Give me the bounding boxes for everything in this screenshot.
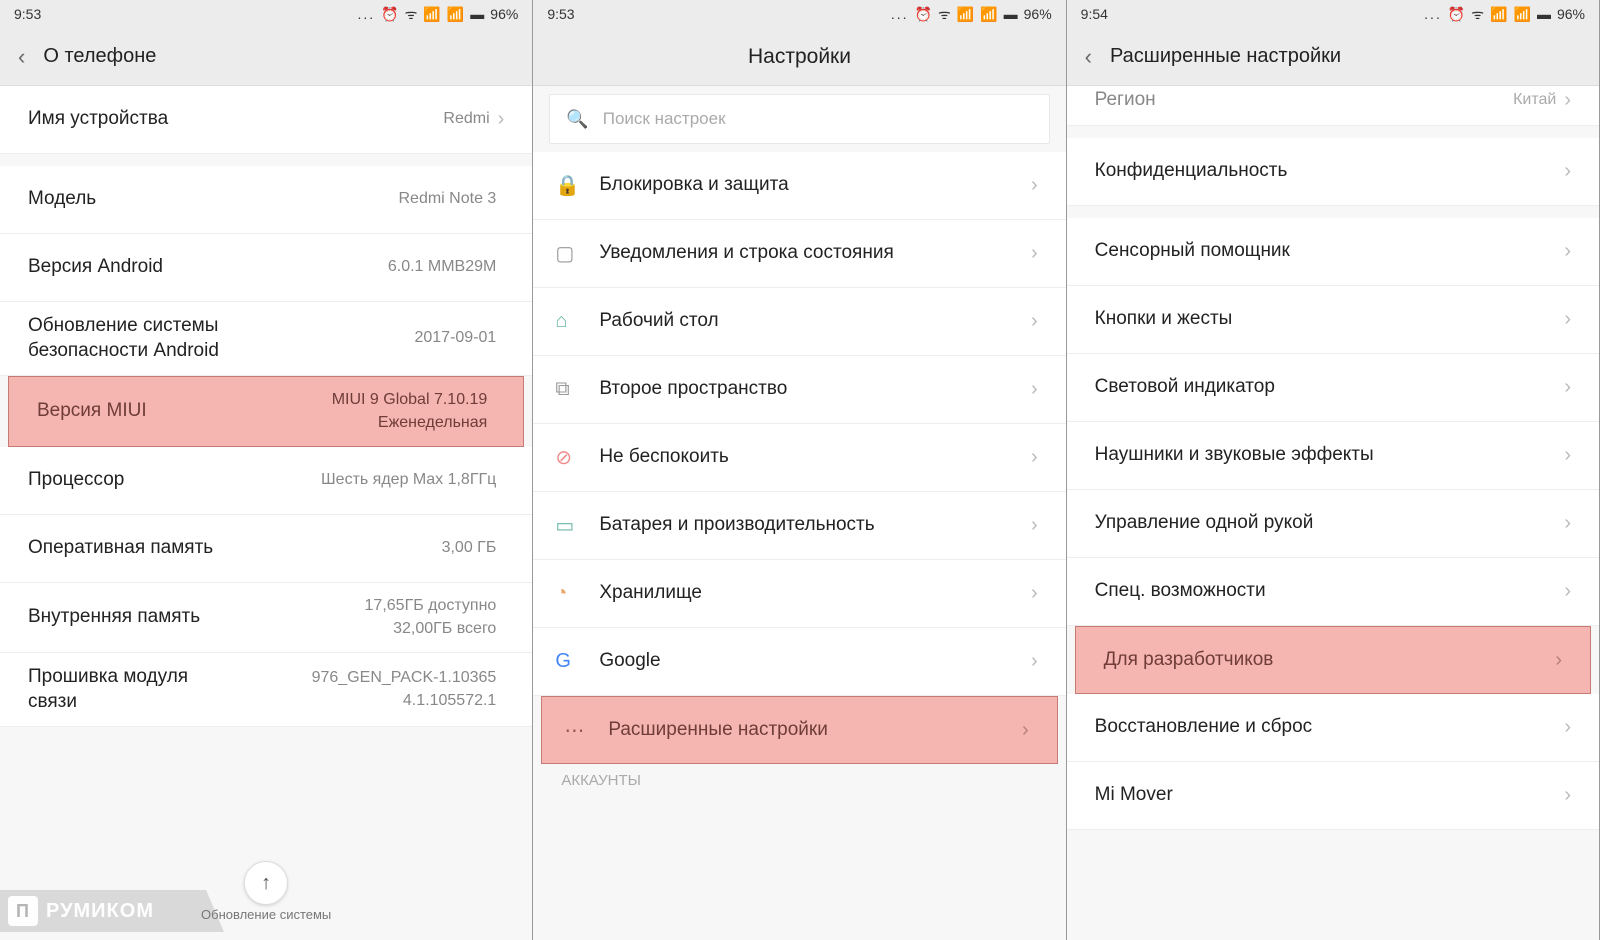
row-lock-security[interactable]: 🔒 Блокировка и защита › <box>533 152 1065 220</box>
chevron-right-icon: › <box>1564 308 1571 331</box>
google-icon: G <box>555 650 599 673</box>
row-led[interactable]: Световой индикатор › <box>1067 354 1599 422</box>
chevron-right-icon: › <box>1564 784 1571 807</box>
row-one-hand[interactable]: Управление одной рукой › <box>1067 490 1599 558</box>
row-ram[interactable]: Оперативная память 3,00 ГБ <box>0 515 532 583</box>
chevron-right-icon: › <box>1031 582 1038 605</box>
screen-settings: 9:53 ... ⏰ᯤ📶📶 ▬96% Настройки 🔍 Поиск нас… <box>533 0 1066 940</box>
chevron-right-icon: › <box>1022 719 1029 742</box>
row-notifications[interactable]: ▢ Уведомления и строка состояния › <box>533 220 1065 288</box>
row-mi-mover[interactable]: Mi Mover › <box>1067 762 1599 830</box>
header: ‹ Расширенные настройки <box>1067 28 1599 86</box>
dnd-icon: ⊘ <box>555 445 599 470</box>
row-touch-assistant[interactable]: Сенсорный помощник › <box>1067 218 1599 286</box>
row-baseband[interactable]: Прошивка модуля связи 976_GEN_PACK-1.103… <box>0 653 532 727</box>
chevron-right-icon: › <box>1031 378 1038 401</box>
screen-advanced-settings: 9:54 ... ⏰ᯤ📶📶 ▬96% ‹ Расширенные настрой… <box>1067 0 1600 940</box>
watermark: П РУМИКОМ <box>0 890 224 932</box>
search-icon: 🔍 <box>566 109 588 130</box>
screen-about-phone: 9:53 ... ⏰ᯤ📶📶 ▬96% ‹ О телефоне Имя устр… <box>0 0 533 940</box>
back-icon[interactable]: ‹ <box>1085 44 1092 70</box>
row-developer-options[interactable]: Для разработчиков › <box>1075 626 1591 694</box>
row-privacy[interactable]: Конфиденциальность › <box>1067 138 1599 206</box>
chevron-right-icon: › <box>1031 514 1038 537</box>
chevron-right-icon: › <box>1564 512 1571 535</box>
system-update-float[interactable]: ↑ Обновление системы <box>201 861 331 922</box>
chevron-right-icon: › <box>1031 650 1038 673</box>
chevron-right-icon: › <box>1031 446 1038 469</box>
chevron-right-icon: › <box>1031 242 1038 265</box>
page-title: Настройки <box>748 45 851 69</box>
rumikom-logo-icon: П <box>8 896 38 926</box>
section-accounts: АККАУНТЫ <box>533 764 1065 797</box>
second-space-icon: ⧉ <box>555 378 599 401</box>
row-internal-storage[interactable]: Внутренняя память 17,65ГБ доступно 32,00… <box>0 583 532 653</box>
storage-icon: ◔ <box>555 582 599 605</box>
row-accessibility[interactable]: Спец. возможности › <box>1067 558 1599 626</box>
row-storage[interactable]: ◔ Хранилище › <box>533 560 1065 628</box>
chevron-right-icon: › <box>1564 160 1571 183</box>
lock-icon: 🔒 <box>555 173 599 198</box>
more-icon: ⋯ <box>564 718 608 743</box>
row-device-name[interactable]: Имя устройства Redmi › <box>0 86 532 154</box>
chevron-right-icon: › <box>498 108 505 131</box>
row-miui-version[interactable]: Версия MIUI MIUI 9 Global 7.10.19 Еженед… <box>8 376 524 447</box>
header: ‹ О телефоне <box>0 28 532 86</box>
chevron-right-icon: › <box>1564 240 1571 263</box>
row-cpu[interactable]: Процессор Шесть ядер Max 1,8ГГц <box>0 447 532 515</box>
status-bar: 9:53 ... ⏰ᯤ📶📶 ▬96% <box>533 0 1065 28</box>
page-title: О телефоне <box>43 45 156 68</box>
chevron-right-icon: › <box>1564 444 1571 467</box>
row-headphones-audio[interactable]: Наушники и звуковые эффекты › <box>1067 422 1599 490</box>
row-second-space[interactable]: ⧉ Второе пространство › <box>533 356 1065 424</box>
row-home[interactable]: ⌂ Рабочий стол › <box>533 288 1065 356</box>
row-backup-reset[interactable]: Восстановление и сброс › <box>1067 694 1599 762</box>
status-icons: ... ⏰ᯤ📶📶 ▬96% <box>358 5 519 24</box>
notification-icon: ▢ <box>555 241 599 266</box>
back-icon[interactable]: ‹ <box>18 44 25 70</box>
header: Настройки <box>533 28 1065 86</box>
chevron-right-icon: › <box>1555 649 1562 672</box>
status-bar: 9:53 ... ⏰ᯤ📶📶 ▬96% <box>0 0 532 28</box>
row-google[interactable]: G Google › <box>533 628 1065 696</box>
search-input[interactable]: 🔍 Поиск настроек <box>549 94 1049 144</box>
page-title: Расширенные настройки <box>1110 45 1341 68</box>
row-battery[interactable]: ▭ Батарея и производительность › <box>533 492 1065 560</box>
chevron-right-icon: › <box>1564 716 1571 739</box>
status-time: 9:53 <box>14 6 41 22</box>
arrow-up-icon[interactable]: ↑ <box>244 861 288 905</box>
row-model[interactable]: Модель Redmi Note 3 <box>0 166 532 234</box>
chevron-right-icon: › <box>1564 580 1571 603</box>
chevron-right-icon: › <box>1564 89 1571 112</box>
chevron-right-icon: › <box>1031 310 1038 333</box>
status-bar: 9:54 ... ⏰ᯤ📶📶 ▬96% <box>1067 0 1599 28</box>
home-icon: ⌂ <box>555 310 599 333</box>
row-buttons-gestures[interactable]: Кнопки и жесты › <box>1067 286 1599 354</box>
row-dnd[interactable]: ⊘ Не беспокоить › <box>533 424 1065 492</box>
row-region[interactable]: Регион Китай › <box>1067 86 1599 126</box>
row-android[interactable]: Версия Android 6.0.1 MMB29M <box>0 234 532 302</box>
chevron-right-icon: › <box>1031 174 1038 197</box>
chevron-right-icon: › <box>1564 376 1571 399</box>
battery-icon: ▭ <box>555 513 599 538</box>
row-advanced-settings[interactable]: ⋯ Расширенные настройки › <box>541 696 1057 764</box>
row-security-update[interactable]: Обновление системы безопасности Android … <box>0 302 532 376</box>
